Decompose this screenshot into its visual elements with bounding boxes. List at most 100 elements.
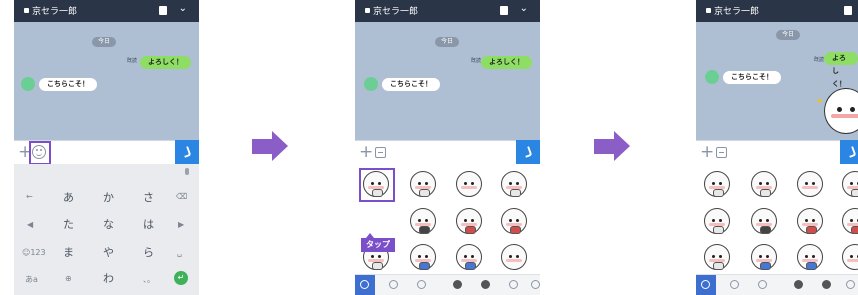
- chat-title: 京セラ一郎: [24, 4, 77, 17]
- sticker[interactable]: [842, 171, 858, 197]
- phone-screen-step-2: 京セラ一郎 ⌄ 今日 既読 よろしく！ こちらこそ！ + タップ: [355, 0, 540, 295]
- sticker[interactable]: [410, 208, 436, 234]
- key-punct[interactable]: 、。: [143, 274, 155, 285]
- message-input-bar: +: [355, 140, 540, 165]
- sticker[interactable]: [410, 244, 436, 270]
- key[interactable]: や: [103, 244, 114, 260]
- key[interactable]: は: [143, 216, 154, 232]
- sticker-tab[interactable]: [822, 280, 831, 289]
- chat-title: 京セラ一郎: [365, 4, 418, 17]
- sticker-tab-recent[interactable]: [389, 280, 398, 289]
- key-globe[interactable]: ⊕: [65, 274, 72, 283]
- tap-highlight: [359, 168, 395, 202]
- key[interactable]: た: [63, 216, 74, 232]
- key-space[interactable]: ␣: [177, 248, 182, 257]
- phone-screen-step-3: 京セラ一郎 今日 既読 よろしく！ こちらこそ！ ✦ +: [696, 0, 858, 295]
- sticker[interactable]: [501, 208, 527, 234]
- key-back[interactable]: ←: [26, 192, 33, 201]
- read-receipt: 既読: [471, 58, 482, 64]
- sticker[interactable]: [842, 244, 858, 270]
- key-mode[interactable]: あa: [25, 274, 38, 285]
- chat-header: 京セラ一郎: [696, 0, 858, 22]
- key[interactable]: わ: [103, 270, 114, 286]
- sent-message: よろしく！: [140, 56, 191, 69]
- chevron-down-icon[interactable]: ⌄: [179, 3, 187, 14]
- key-emoji-num[interactable]: ☺123: [22, 248, 46, 257]
- chat-header: 京セラ一郎 ⌄: [14, 0, 199, 22]
- key[interactable]: ま: [63, 244, 74, 260]
- sticker[interactable]: [751, 244, 777, 270]
- avatar[interactable]: [21, 77, 35, 91]
- sticker-tab[interactable]: [453, 280, 462, 289]
- received-message: こちらこそ！: [39, 78, 97, 91]
- sticker[interactable]: [751, 171, 777, 197]
- sticker-tab-recent[interactable]: [730, 280, 739, 289]
- sticker[interactable]: [456, 244, 482, 270]
- phone-icon[interactable]: [840, 140, 858, 165]
- key[interactable]: か: [103, 189, 114, 205]
- sticker[interactable]: [704, 171, 730, 197]
- avatar[interactable]: [705, 70, 719, 84]
- sticker-tab[interactable]: [481, 280, 490, 289]
- sticker-tab[interactable]: [794, 280, 803, 289]
- read-receipt: 既読: [127, 58, 138, 64]
- chat-header: 京セラ一郎 ⌄: [355, 0, 540, 22]
- phone-screen-step-1: 京セラ一郎 ⌄ 今日 既読 よろしく！ こちらこそ！ + タップ ← あ か さ…: [14, 0, 199, 295]
- sticker-tab[interactable]: [758, 280, 767, 289]
- tap-callout: タップ: [361, 233, 395, 252]
- chevron-down-icon[interactable]: ⌄: [520, 3, 528, 14]
- sent-sticker: ✦: [816, 88, 858, 134]
- keyboard: ← あ か さ ⌫ ◀ た な は ▶ ☺123 ま や ら ␣ あa ⊕ わ …: [14, 164, 199, 295]
- notebook-icon[interactable]: [500, 6, 508, 15]
- key[interactable]: な: [103, 216, 114, 232]
- sticker-icon[interactable]: [375, 147, 386, 158]
- received-message: こちらこそ！: [723, 71, 781, 84]
- plus-icon[interactable]: +: [359, 142, 373, 162]
- plus-icon[interactable]: +: [700, 142, 714, 162]
- sticker-icon[interactable]: [716, 147, 727, 158]
- sticker[interactable]: [751, 208, 777, 234]
- lock-icon: [706, 8, 711, 13]
- date-label: 今日: [776, 30, 801, 40]
- sticker[interactable]: [704, 244, 730, 270]
- tap-highlight: [29, 141, 51, 165]
- sticker[interactable]: [797, 244, 823, 270]
- avatar[interactable]: [364, 77, 378, 91]
- sticker[interactable]: [456, 208, 482, 234]
- sticker-tab[interactable]: [509, 280, 518, 289]
- notebook-icon[interactable]: [844, 6, 852, 15]
- sent-message: よろしく！: [824, 52, 858, 88]
- sticker[interactable]: [842, 208, 858, 234]
- phone-icon[interactable]: [516, 140, 540, 165]
- key-right[interactable]: ▶: [178, 220, 184, 229]
- sticker-panel: [696, 164, 858, 295]
- date-label: 今日: [435, 37, 460, 47]
- sticker-tab[interactable]: [531, 280, 540, 289]
- sticker-tab[interactable]: [417, 280, 426, 289]
- sticker-tab-emoji[interactable]: [696, 275, 716, 295]
- sticker-tab-emoji[interactable]: [355, 275, 375, 295]
- chat-title: 京セラ一郎: [706, 4, 759, 17]
- sticker[interactable]: [704, 208, 730, 234]
- sticker-tab-bar: [355, 274, 540, 295]
- sticker-tab[interactable]: [846, 280, 855, 289]
- notebook-icon[interactable]: [159, 6, 167, 15]
- sticker[interactable]: [501, 244, 527, 270]
- message-input-bar: +: [696, 140, 858, 165]
- lock-icon: [365, 8, 370, 13]
- received-message: こちらこそ！: [382, 78, 440, 91]
- key[interactable]: さ: [143, 189, 154, 205]
- sticker[interactable]: [501, 171, 527, 197]
- date-label: 今日: [92, 37, 117, 47]
- mic-icon[interactable]: [185, 168, 189, 175]
- key[interactable]: ら: [143, 244, 154, 260]
- key-enter[interactable]: ↵: [174, 271, 188, 285]
- key-delete[interactable]: ⌫: [176, 192, 187, 201]
- sticker[interactable]: [456, 171, 482, 197]
- key[interactable]: あ: [63, 189, 74, 205]
- phone-icon[interactable]: [175, 140, 199, 165]
- sticker[interactable]: [797, 171, 823, 197]
- sticker[interactable]: [410, 171, 436, 197]
- key-left[interactable]: ◀: [27, 220, 33, 229]
- sticker[interactable]: [797, 208, 823, 234]
